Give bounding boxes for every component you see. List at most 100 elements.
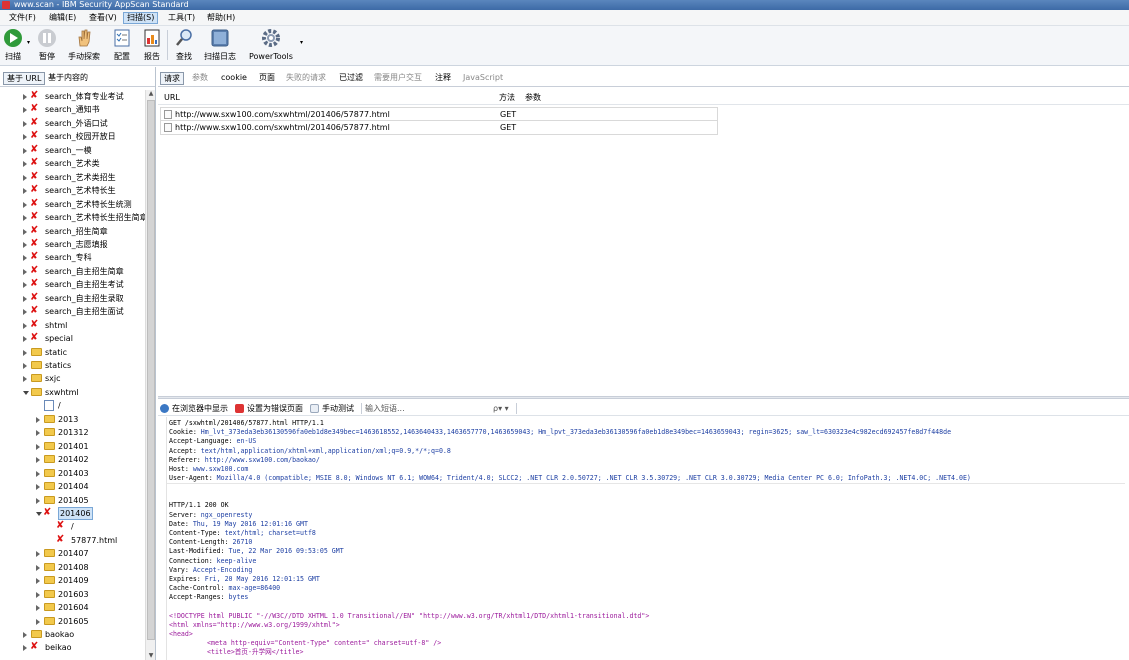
expand-arrow-icon[interactable] bbox=[23, 645, 27, 652]
scroll-up-icon[interactable]: ▲ bbox=[146, 90, 155, 98]
expand-arrow-icon[interactable] bbox=[23, 94, 27, 100]
expand-arrow-icon[interactable] bbox=[36, 551, 40, 558]
manual-test-button[interactable]: 手动测试 bbox=[310, 403, 354, 414]
expand-arrow-icon[interactable] bbox=[23, 309, 27, 316]
expand-arrow-icon[interactable] bbox=[36, 430, 40, 437]
toolbar-separator bbox=[516, 403, 517, 414]
expand-arrow-icon[interactable] bbox=[23, 363, 27, 369]
column-method[interactable]: 方法 bbox=[499, 93, 515, 103]
tree-scrollbar[interactable]: ▲ ▼ bbox=[145, 90, 155, 660]
tab-content-based[interactable]: 基于内容的 bbox=[45, 72, 91, 85]
pause-button[interactable]: 暂停 bbox=[37, 28, 57, 62]
tab-5[interactable]: 已过滤 bbox=[336, 72, 366, 85]
expand-arrow-icon[interactable] bbox=[23, 215, 27, 222]
report-button[interactable]: 报告 bbox=[142, 28, 162, 62]
tab-6[interactable]: 需要用户交互 bbox=[371, 72, 425, 85]
expand-arrow-icon[interactable] bbox=[23, 349, 27, 356]
powertools-button[interactable]: PowerTools bbox=[249, 28, 293, 62]
table-row[interactable]: http://www.sxw100.com/sxwhtml/201406/578… bbox=[160, 121, 718, 135]
code-line: Accept: text/html,application/xhtml+xml,… bbox=[169, 447, 451, 456]
scan-button[interactable]: 扫描 bbox=[3, 28, 23, 62]
collapse-arrow-icon[interactable] bbox=[23, 390, 29, 395]
column-url[interactable]: URL bbox=[164, 93, 180, 103]
menu-help[interactable]: 帮助(H) bbox=[204, 12, 238, 24]
manual-explore-button[interactable]: 手动探索 bbox=[68, 28, 100, 62]
config-button[interactable]: 配置 bbox=[112, 28, 132, 62]
expand-arrow-icon[interactable] bbox=[23, 241, 27, 248]
expand-arrow-icon[interactable] bbox=[36, 497, 40, 504]
collapse-arrow-icon[interactable] bbox=[36, 511, 42, 516]
expand-arrow-icon[interactable] bbox=[23, 376, 27, 383]
find-button[interactable]: 查找 bbox=[174, 28, 194, 62]
expand-arrow-icon[interactable] bbox=[23, 282, 27, 289]
expand-arrow-icon[interactable] bbox=[23, 174, 27, 181]
expand-arrow-icon[interactable] bbox=[23, 107, 27, 114]
expand-arrow-icon[interactable] bbox=[36, 564, 40, 571]
expand-arrow-icon[interactable] bbox=[23, 632, 27, 638]
scan-dropdown-icon[interactable]: ▾ bbox=[27, 39, 30, 46]
tab-7[interactable]: 注释 bbox=[432, 72, 454, 85]
tree-node-label: 201408 bbox=[58, 562, 89, 572]
pane-splitter[interactable] bbox=[158, 396, 1129, 399]
title-bar: www.scan - IBM Security AppScan Standard bbox=[0, 0, 1129, 10]
code-key: HTTP/1.1 200 OK bbox=[169, 501, 229, 510]
tree-node-label: shtml bbox=[45, 320, 68, 330]
hand-icon bbox=[78, 29, 91, 47]
expand-arrow-icon[interactable] bbox=[23, 228, 27, 235]
vulnerable-folder-icon: ✘ bbox=[30, 103, 39, 115]
table-row[interactable]: http://www.sxw100.com/sxwhtml/201406/578… bbox=[160, 107, 718, 121]
expand-arrow-icon[interactable] bbox=[23, 322, 27, 329]
vulnerable-folder-icon: ✘ bbox=[30, 170, 39, 182]
scan-log-label: 扫描日志 bbox=[204, 52, 236, 61]
toolbar-separator bbox=[167, 30, 168, 60]
tab-4[interactable]: 失败的请求 bbox=[283, 72, 329, 85]
tab-8[interactable]: JavaScript bbox=[460, 72, 506, 85]
column-params[interactable]: 参数 bbox=[525, 93, 541, 103]
expand-arrow-icon[interactable] bbox=[36, 416, 40, 423]
menu-edit[interactable]: 编辑(E) bbox=[46, 12, 79, 24]
show-in-browser-button[interactable]: 在浏览器中显示 bbox=[160, 403, 228, 414]
expand-arrow-icon[interactable] bbox=[36, 470, 40, 477]
expand-arrow-icon[interactable] bbox=[36, 443, 40, 450]
expand-arrow-icon[interactable] bbox=[23, 268, 27, 275]
scan-log-button[interactable]: 扫描日志 bbox=[204, 28, 236, 62]
request-response-view[interactable]: GET /sxwhtml/201406/57877.html HTTP/1.1 C… bbox=[166, 417, 1126, 660]
expand-arrow-icon[interactable] bbox=[23, 161, 27, 168]
tab-2[interactable]: cookie bbox=[218, 72, 250, 85]
search-options-icon[interactable]: ρ▾ ▾ bbox=[493, 403, 509, 414]
expand-arrow-icon[interactable] bbox=[36, 457, 40, 464]
scroll-down-icon[interactable]: ▼ bbox=[146, 652, 155, 660]
tab-1[interactable]: 参数 bbox=[189, 72, 211, 85]
expand-arrow-icon[interactable] bbox=[23, 201, 27, 208]
tree-node-label: search_自主招生简章 bbox=[45, 266, 124, 276]
set-error-page-button[interactable]: 设置为错误页面 bbox=[235, 403, 303, 414]
expand-arrow-icon[interactable] bbox=[23, 295, 27, 302]
expand-arrow-icon[interactable] bbox=[23, 134, 27, 141]
expand-arrow-icon[interactable] bbox=[23, 336, 27, 343]
config-label: 配置 bbox=[114, 52, 130, 61]
expand-arrow-icon[interactable] bbox=[23, 188, 27, 195]
expand-arrow-icon[interactable] bbox=[36, 484, 40, 491]
tab-3[interactable]: 页面 bbox=[256, 72, 278, 85]
expand-arrow-icon[interactable] bbox=[23, 147, 27, 154]
expand-arrow-icon[interactable] bbox=[23, 120, 27, 127]
scrollbar-thumb[interactable] bbox=[147, 100, 155, 640]
folder-icon bbox=[44, 603, 55, 612]
menu-tools[interactable]: 工具(T) bbox=[165, 12, 198, 24]
code-value: www.sxw100.com bbox=[192, 465, 249, 473]
expand-arrow-icon[interactable] bbox=[36, 578, 40, 585]
expand-arrow-icon[interactable] bbox=[36, 591, 40, 598]
phrase-search-input[interactable]: 输入短语... bbox=[365, 403, 405, 414]
tab-0[interactable]: 请求 bbox=[160, 72, 184, 85]
expand-arrow-icon[interactable] bbox=[36, 618, 40, 625]
powertools-dropdown-icon[interactable]: ▾ bbox=[300, 39, 303, 46]
menu-view[interactable]: 查看(V) bbox=[86, 12, 120, 24]
vulnerable-folder-icon: ✘ bbox=[30, 211, 39, 223]
magnifier-icon bbox=[176, 29, 192, 46]
menu-scan[interactable]: 扫描(S) bbox=[123, 12, 159, 24]
tab-url-based[interactable]: 基于 URL bbox=[3, 72, 46, 85]
folder-icon bbox=[31, 347, 42, 356]
menu-file[interactable]: 文件(F) bbox=[6, 12, 39, 24]
expand-arrow-icon[interactable] bbox=[36, 605, 40, 612]
expand-arrow-icon[interactable] bbox=[23, 255, 27, 262]
